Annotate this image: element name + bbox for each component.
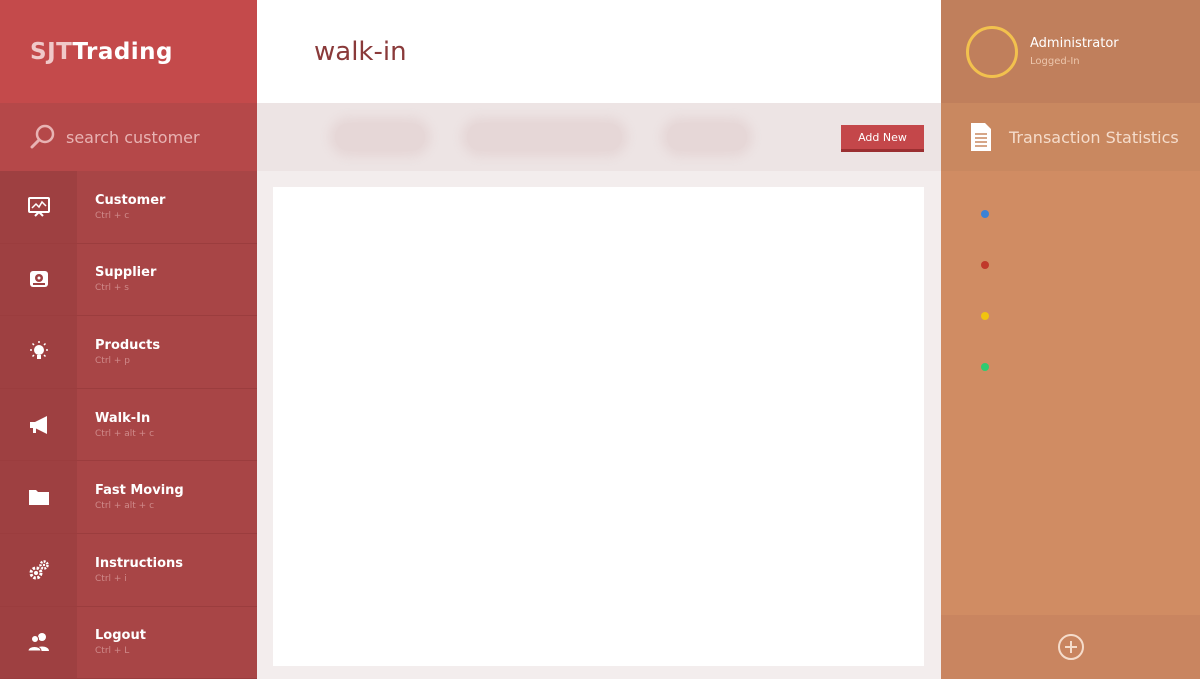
legend-dot <box>981 210 989 218</box>
gears-icon <box>0 533 77 606</box>
sidebar-item-label: Walk-In <box>95 410 151 426</box>
user-status: Logged-In <box>1030 56 1080 67</box>
user-profile: Administrator Logged-In <box>941 0 1200 103</box>
stats-legend <box>981 210 989 414</box>
legend-dot <box>981 312 989 320</box>
sidebar-item-label: Logout <box>95 628 146 644</box>
toolbar-tab[interactable] <box>467 123 622 151</box>
sidebar-item-fast-moving[interactable]: Fast Moving Ctrl + alt + c <box>0 461 257 534</box>
sidebar-item-label: Customer <box>95 192 166 208</box>
stats-header: Transaction Statistics <box>941 103 1200 171</box>
drive-icon <box>0 243 77 316</box>
avatar[interactable] <box>966 25 1018 78</box>
add-circle-icon[interactable] <box>1057 634 1084 660</box>
sidebar-item-shortcut: Ctrl + c <box>95 210 130 221</box>
legend-dot <box>981 261 989 269</box>
sidebar-item-shortcut: Ctrl + alt + c <box>95 501 155 512</box>
sidebar-item-shortcut: Ctrl + s <box>95 283 129 294</box>
right-footer <box>941 615 1200 679</box>
sidebar-item-products[interactable]: Products Ctrl + p <box>0 316 257 389</box>
sidebar-item-shortcut: Ctrl + alt + c <box>95 428 155 439</box>
user-name: Administrator <box>1030 36 1119 51</box>
sidebar-item-label: Supplier <box>95 265 157 281</box>
sidebar-item-label: Fast Moving <box>95 483 184 499</box>
brand-part1: SJT <box>30 38 73 65</box>
document-icon <box>971 123 991 151</box>
add-new-button[interactable]: Add New <box>841 125 924 152</box>
users-icon <box>0 606 77 679</box>
sidebar-item-label: Instructions <box>95 555 184 571</box>
folder-icon <box>0 461 77 533</box>
sidebar-item-label: Products <box>95 337 161 353</box>
sidebar: SJTTrading Customer Ctrl + c Supplier Ct… <box>0 0 257 679</box>
sidebar-menu: Customer Ctrl + c Supplier Ctrl + s Prod… <box>0 171 257 679</box>
megaphone-icon <box>0 388 77 461</box>
sidebar-item-logout[interactable]: Logout Ctrl + L <box>0 606 257 679</box>
brand-part2: Trading <box>72 38 174 65</box>
sidebar-item-shortcut: Ctrl + p <box>95 355 130 366</box>
toolbar-tab[interactable] <box>667 123 747 151</box>
legend-dot <box>981 363 989 371</box>
right-panel: Administrator Logged-In Transaction Stat… <box>941 0 1200 679</box>
app-logo: SJT Trading <box>0 0 257 103</box>
page-title: walk-in <box>314 36 407 67</box>
sidebar-item-customer[interactable]: Customer Ctrl + c <box>0 171 257 244</box>
toolbar: Add New <box>257 103 941 171</box>
main-area: walk-in Add New <box>257 0 941 679</box>
sidebar-item-instructions[interactable]: Instructions Ctrl + i <box>0 533 257 607</box>
lightbulb-icon <box>0 316 77 388</box>
presentation-icon <box>0 171 77 243</box>
content-panel <box>273 187 924 666</box>
page-header: walk-in <box>257 0 941 103</box>
search-icon[interactable] <box>30 124 56 150</box>
stats-title: Transaction Statistics <box>1009 127 1179 147</box>
sidebar-item-shortcut: Ctrl + L <box>95 646 130 657</box>
sidebar-item-shortcut: Ctrl + i <box>95 573 127 584</box>
sidebar-item-supplier[interactable]: Supplier Ctrl + s <box>0 243 257 317</box>
toolbar-tab[interactable] <box>335 123 425 151</box>
search-input[interactable] <box>66 127 236 147</box>
search-bar <box>0 103 257 171</box>
sidebar-item-walk-in[interactable]: Walk-In Ctrl + alt + c <box>0 388 257 462</box>
